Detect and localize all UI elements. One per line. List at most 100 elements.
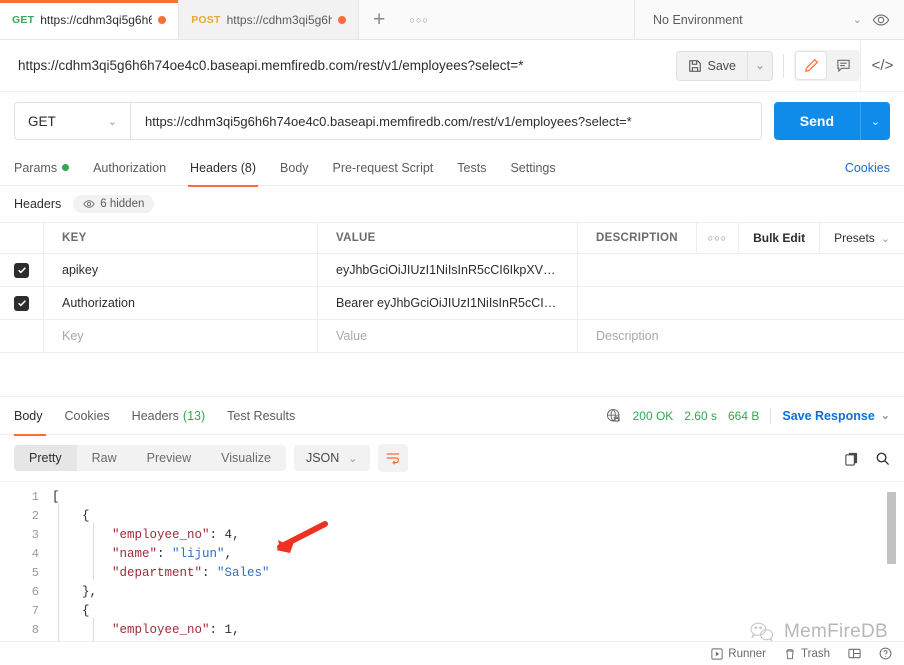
- unsaved-dot-icon: [158, 15, 167, 24]
- trash-label: Trash: [801, 647, 830, 660]
- request-tab-post[interactable]: POST https://cdhm3qi5g6h6: [179, 0, 360, 39]
- row-value-cell[interactable]: eyJhbGciOiJIUzI1NiIsInR5cCI6IkpXVCJ9.ey…: [318, 254, 578, 286]
- headers-table: KEY VALUE DESCRIPTION ○○○ Bulk Edit Pres…: [0, 222, 904, 397]
- request-view-toggle-group: [794, 50, 860, 81]
- request-tab-strip: GET https://cdhm3qi5g6h6 POST https://cd…: [0, 0, 904, 40]
- tab-options-icon[interactable]: ○○○: [399, 0, 439, 39]
- postman-window: GET https://cdhm3qi5g6h6 POST https://cd…: [0, 0, 904, 665]
- tab-headers[interactable]: Headers (8): [178, 150, 268, 187]
- tab-authorization[interactable]: Authorization: [81, 150, 178, 186]
- save-button[interactable]: Save: [675, 50, 747, 81]
- table-row[interactable]: Authorization Bearer eyJhbGciOiJIUzI1NiI…: [0, 287, 904, 320]
- row-key-cell[interactable]: Authorization: [44, 287, 318, 319]
- response-tab-test-results[interactable]: Test Results: [216, 397, 306, 435]
- code-line: },: [52, 583, 904, 602]
- save-label: Save: [707, 58, 737, 73]
- response-tab-cookies[interactable]: Cookies: [54, 397, 121, 435]
- chevron-down-icon: ⌄: [348, 452, 358, 465]
- tab-method-label: GET: [12, 13, 35, 26]
- code-token: ,: [224, 547, 233, 561]
- code-line: "name": "lijun",: [52, 545, 904, 564]
- help-icon[interactable]: [879, 647, 892, 660]
- scrollbar-thumb[interactable]: [887, 492, 896, 564]
- table-row[interactable]: apikey eyJhbGciOiJIUzI1NiIsInR5cCI6IkpXV…: [0, 254, 904, 287]
- row-value-cell[interactable]: Value: [318, 320, 578, 352]
- trash-button[interactable]: Trash: [784, 648, 830, 660]
- code-line: "employee_no": 1,: [52, 621, 904, 640]
- more-options-icon[interactable]: ○○○: [695, 223, 738, 253]
- row-checkbox[interactable]: [14, 262, 29, 278]
- line-number: 6: [31, 585, 39, 599]
- view-preview[interactable]: Preview: [132, 445, 206, 471]
- tab-settings[interactable]: Settings: [498, 150, 567, 186]
- wrap-lines-icon[interactable]: [377, 444, 408, 472]
- request-title-row: https://cdhm3qi5g6h6h74oe4c0.baseapi.mem…: [0, 39, 904, 92]
- eye-icon[interactable]: [872, 11, 890, 29]
- view-raw[interactable]: Raw: [77, 445, 132, 471]
- new-tab-button[interactable]: +: [359, 0, 399, 39]
- line-number: 7: [31, 604, 39, 618]
- row-description-cell[interactable]: [578, 254, 904, 286]
- code-token: 4: [224, 528, 233, 542]
- copy-icon[interactable]: [844, 451, 859, 466]
- tab-name-label: https://cdhm3qi5g6h6: [40, 12, 153, 27]
- response-body-viewer[interactable]: 1 2 3 4 5 6 7 8 9 [ { "employee_no": 4, …: [0, 481, 904, 665]
- row-checkbox[interactable]: [14, 295, 29, 311]
- tab-label: Cookies: [64, 408, 110, 423]
- http-method-selector[interactable]: GET ⌄: [14, 102, 130, 140]
- cookies-link[interactable]: Cookies: [845, 161, 890, 175]
- response-status: 200 OK: [632, 408, 674, 423]
- row-description-cell[interactable]: Description: [578, 320, 904, 352]
- code-token: "employee_no": [52, 528, 210, 542]
- request-tab-get[interactable]: GET https://cdhm3qi5g6h6: [0, 0, 180, 39]
- code-line: {: [52, 602, 904, 621]
- presets-dropdown[interactable]: Presets ⌄: [819, 223, 904, 253]
- headers-count: (13): [182, 408, 206, 423]
- description-placeholder: Description: [596, 329, 659, 343]
- column-label: KEY: [62, 232, 87, 244]
- line-number-gutter: 1 2 3 4 5 6 7 8 9: [0, 482, 52, 665]
- code-token: :: [209, 528, 225, 542]
- view-visualize[interactable]: Visualize: [206, 445, 286, 471]
- tab-name-label: https://cdhm3qi5g6h6: [226, 12, 333, 27]
- column-header-value: VALUE: [318, 223, 578, 253]
- response-scrollbar[interactable]: [887, 488, 896, 665]
- tab-tests[interactable]: Tests: [445, 150, 498, 186]
- tab-pre-request-script[interactable]: Pre-request Script: [321, 150, 446, 186]
- view-pretty[interactable]: Pretty: [14, 445, 77, 471]
- code-snippet-icon[interactable]: </>: [860, 39, 904, 92]
- runner-button[interactable]: Runner: [711, 648, 766, 660]
- search-icon[interactable]: [875, 451, 890, 466]
- code-token: "employee_no": [52, 623, 210, 637]
- table-row-empty[interactable]: Key Value Description: [0, 320, 904, 353]
- edit-pencil-icon[interactable]: [796, 52, 826, 79]
- comment-icon[interactable]: [828, 52, 858, 79]
- response-language-selector[interactable]: JSON ⌄: [293, 445, 370, 471]
- save-options-button[interactable]: ⌄: [747, 50, 773, 81]
- response-tab-headers[interactable]: Headers (13): [121, 397, 216, 435]
- send-button[interactable]: Send: [773, 102, 860, 140]
- response-size: 664 B: [728, 408, 760, 423]
- response-tab-body[interactable]: Body: [14, 397, 54, 436]
- runner-label: Runner: [728, 647, 767, 660]
- code-token: ,: [232, 528, 240, 542]
- url-input[interactable]: https://cdhm3qi5g6h6h74oe4c0.baseapi.mem…: [130, 102, 762, 140]
- tab-body[interactable]: Body: [268, 150, 321, 186]
- header-key: apikey: [62, 263, 99, 277]
- row-key-cell[interactable]: Key: [44, 320, 318, 352]
- save-response-button[interactable]: Save Response ⌄: [782, 409, 890, 423]
- tab-label: Body: [14, 408, 43, 423]
- send-options-button[interactable]: ⌄: [860, 102, 890, 140]
- row-key-cell[interactable]: apikey: [44, 254, 318, 286]
- headers-subbar: Headers 6 hidden: [0, 186, 904, 222]
- bulk-edit-button[interactable]: Bulk Edit: [738, 223, 819, 253]
- row-value-cell[interactable]: Bearer eyJhbGciOiJIUzI1NiIsInR5cCI6IkpXV…: [318, 287, 578, 319]
- check-icon: [17, 267, 26, 274]
- tab-params[interactable]: Params: [14, 150, 81, 186]
- hidden-headers-toggle[interactable]: 6 hidden: [73, 195, 155, 213]
- environment-selector[interactable]: No Environment ⌄: [653, 13, 862, 27]
- response-meta: 200 OK 2.60 s 664 B Save Response ⌄: [606, 407, 890, 424]
- row-description-cell[interactable]: [578, 287, 904, 319]
- line-number: 5: [31, 566, 39, 580]
- layout-icon[interactable]: [848, 647, 861, 660]
